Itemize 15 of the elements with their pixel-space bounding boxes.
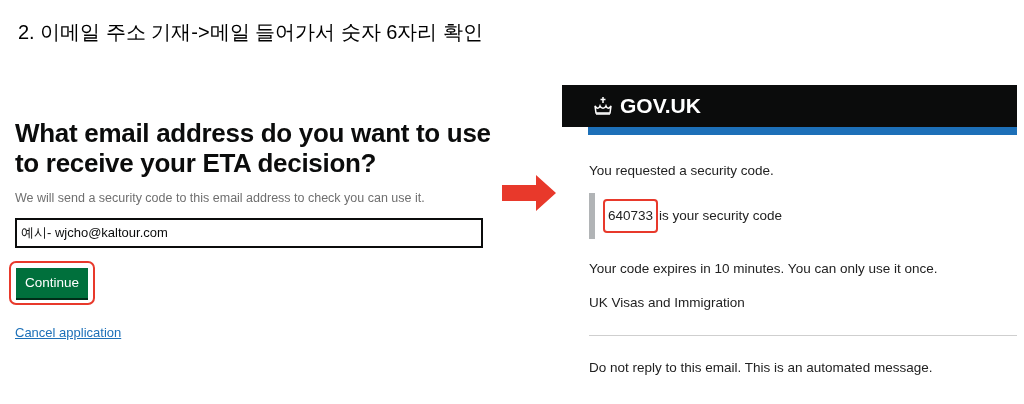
hint-text: We will send a security code to this email address to check you can use it. <box>15 190 426 206</box>
continue-button[interactable]: Continue <box>16 268 88 298</box>
right-arrow-icon <box>502 175 556 211</box>
security-code: 640733 <box>603 199 659 234</box>
security-code-text: is your security code <box>659 207 783 226</box>
email-text: You requested a security code. <box>589 162 775 180</box>
slide-caption: 2. 이메일 주소 기재->메일 들어가서 숫자 6자리 확인 <box>18 21 484 43</box>
page-heading: What email address do you want to use to receive your ETA decision? <box>15 118 492 178</box>
footer-text: Do not reply to this email. This is an automated message. <box>589 358 934 377</box>
expiry-text: Your code expires in 10 minutes. You can only use it once. <box>589 260 939 279</box>
sender-name: UK Visas and Immigration <box>589 293 746 312</box>
crown-icon <box>592 96 614 116</box>
brand-name: GOV.UK <box>620 93 701 120</box>
cancel-link[interactable]: Cancel application <box>15 323 122 343</box>
email-input-field[interactable]: 예시- wjcho@kaltour.com <box>15 218 483 248</box>
